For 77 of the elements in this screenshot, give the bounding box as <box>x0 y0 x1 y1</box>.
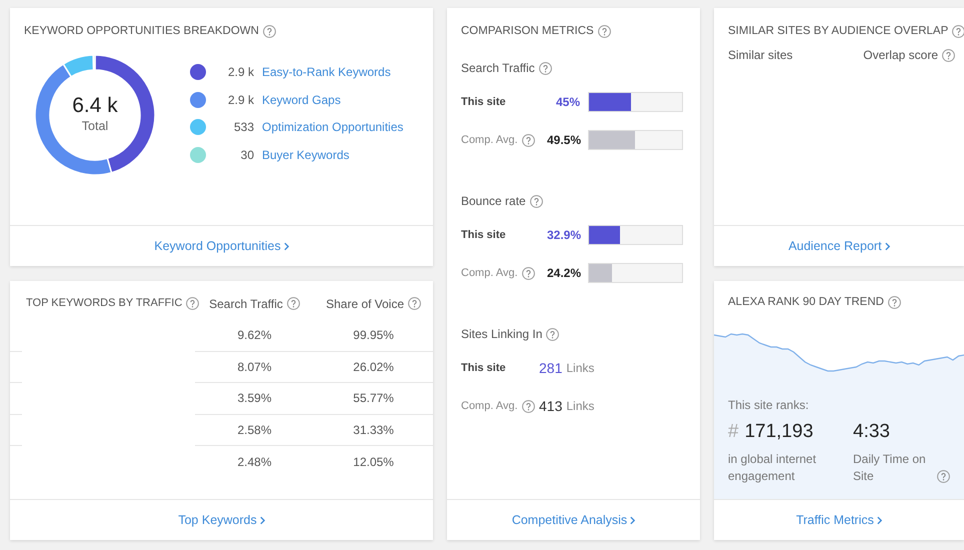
help-icon[interactable] <box>952 25 964 38</box>
table-cell-text: 26.02% <box>353 358 394 376</box>
total-label: Total <box>80 118 110 136</box>
metric-value: 24.2% <box>547 265 580 282</box>
column-header: Similar sites <box>728 47 793 64</box>
chevron-icon <box>630 516 636 524</box>
time-label: Daily Time on Site <box>853 450 927 485</box>
metric-value: 49.5% <box>547 132 580 150</box>
column-header: Overlap score <box>863 47 938 64</box>
panel-title: TOP KEYWORDS BY TRAFFIC <box>26 296 182 312</box>
row-label: Comp. Avg. <box>461 133 518 148</box>
row-label: This site <box>461 361 506 376</box>
panel-title: KEYWORD OPPORTUNITIES BREAKDOWN <box>24 24 259 39</box>
legend-value: 2.9 k <box>226 92 254 108</box>
metric-title: Search Traffic <box>461 60 535 78</box>
metric-title: Bounce rate <box>461 193 526 210</box>
row-label: Comp. Avg. <box>461 266 518 281</box>
time-value: 4:33 <box>853 420 891 444</box>
help-icon[interactable] <box>530 194 543 208</box>
table-cell-text: 3.59% <box>237 390 272 408</box>
help-icon[interactable] <box>942 48 955 62</box>
legend-link[interactable]: Buyer Keywords <box>262 146 350 164</box>
panel-title: SIMILAR SITES BY AUDIENCE OVERLAP <box>728 24 948 39</box>
column-header: Search Traffic <box>209 296 283 312</box>
help-icon[interactable] <box>408 297 422 310</box>
legend-link[interactable]: Easy-to-Rank Keywords <box>262 63 391 81</box>
chevron-icon <box>284 242 289 250</box>
help-icon[interactable] <box>262 25 276 38</box>
footer-link[interactable]: Traffic Metrics <box>796 510 882 530</box>
help-icon[interactable] <box>937 470 950 483</box>
links-count: 413 <box>539 396 562 416</box>
links-unit: Links <box>566 360 594 378</box>
panel-title: ALEXA RANK 90 DAY TREND <box>728 295 884 310</box>
help-icon[interactable] <box>522 266 535 280</box>
table-cell-text: 55.77% <box>353 390 394 408</box>
footer-link[interactable]: Competitive Analysis <box>512 510 636 530</box>
rank-note: in global internet engagement <box>728 450 818 485</box>
help-icon[interactable] <box>522 134 535 147</box>
panel-title: COMPARISON METRICS <box>461 24 594 39</box>
help-icon[interactable] <box>888 296 901 310</box>
help-icon[interactable] <box>546 328 560 341</box>
help-icon[interactable] <box>522 400 535 413</box>
help-icon[interactable] <box>598 25 611 38</box>
hash-sign: # <box>728 420 739 444</box>
links-count: 281 <box>539 358 562 378</box>
links-unit: Links <box>566 398 594 416</box>
rank-caption: This site ranks: <box>728 397 810 414</box>
rank-value: 171,193 <box>744 420 814 444</box>
column-header: Share of Voice <box>326 296 404 312</box>
total-value: 6.4 k <box>72 94 118 118</box>
help-icon[interactable] <box>286 297 300 310</box>
table-cell-text: 9.62% <box>237 327 272 344</box>
table-cell-text: 31.33% <box>353 422 394 439</box>
row-label: Comp. Avg. <box>461 399 518 414</box>
metric-value: 45% <box>554 94 580 112</box>
row-label: This site <box>461 95 506 110</box>
footer-link[interactable]: Keyword Opportunities <box>154 236 289 256</box>
table-cell-text: 8.07% <box>237 358 272 376</box>
metric-title: Sites Linking In <box>461 326 542 344</box>
table-cell-text: 12.05% <box>353 454 394 471</box>
legend-value: 30 <box>240 146 254 164</box>
help-icon[interactable] <box>538 62 552 75</box>
chevron-icon <box>876 516 882 524</box>
table-cell-text: 2.58% <box>237 422 272 439</box>
table-cell-text: 99.95% <box>353 327 394 344</box>
metric-value: 32.9% <box>547 227 580 244</box>
footer-link[interactable]: Audience Report <box>788 236 890 256</box>
legend-link[interactable]: Keyword Gaps <box>262 90 341 108</box>
legend-link[interactable]: Optimization Opportunities <box>262 118 404 136</box>
table-cell-text: 2.48% <box>237 454 272 471</box>
chevron-icon <box>260 516 265 524</box>
legend-value: 533 <box>232 119 254 136</box>
row-label: This site <box>461 228 506 243</box>
footer-link[interactable]: Top Keywords <box>178 510 265 530</box>
help-icon[interactable] <box>186 297 200 310</box>
legend-value: 2.9 k <box>226 64 254 81</box>
chevron-icon <box>884 242 890 250</box>
